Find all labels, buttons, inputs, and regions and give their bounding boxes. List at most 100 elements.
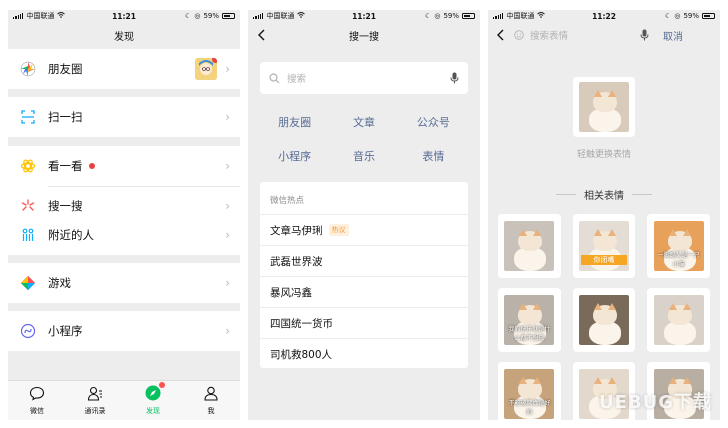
group-stories: 看一看 › 搜一搜 › [8, 146, 240, 226]
list-item-label: 扫一扫 [48, 110, 83, 124]
microphone-icon[interactable] [640, 26, 649, 45]
back-button[interactable] [254, 27, 268, 43]
compass-icon [145, 382, 165, 403]
sticker-cell[interactable]: 不能被窝真是好的 [498, 362, 561, 420]
nav-bar: 搜一搜 [248, 23, 480, 47]
group-scan: 扫一扫 › [8, 97, 240, 137]
tab-discover[interactable]: 发现 [124, 381, 182, 420]
related-stickers-title: 相关表情 [584, 191, 624, 202]
trending-item[interactable]: 文章马伊琍 热议 [260, 214, 468, 245]
carrier-label: 中国联通 [266, 12, 295, 20]
lock-rotation-icon: ◎ [674, 12, 681, 20]
wifi-icon [297, 12, 306, 20]
signal-icon [493, 13, 504, 19]
tab-chats[interactable]: 微信 [8, 381, 66, 420]
signal-icon [13, 13, 24, 19]
status-bar: 中国联通 11:21 ☾ ◎ 59% [248, 10, 480, 22]
category-mini-programs[interactable]: 小程序 [260, 148, 329, 164]
cancel-button[interactable]: 取消 [663, 28, 683, 43]
sticker-cell[interactable] [647, 288, 710, 352]
site-watermark: UEBUG下载 [598, 392, 712, 413]
lock-rotation-icon: ◎ [194, 12, 201, 20]
signal-icon [253, 13, 264, 19]
sticker-cell[interactable] [498, 214, 561, 278]
selected-sticker[interactable] [573, 77, 635, 137]
chevron-right-icon: › [225, 228, 230, 242]
sticker-cell[interactable]: 你闭嘴 [572, 214, 636, 278]
sticker-search-input[interactable]: 搜索表情 [514, 28, 568, 42]
moon-icon: ☾ [185, 12, 192, 20]
trending-item-label: 暴风冯鑫 [270, 286, 312, 299]
trending-item[interactable]: 武磊世界波 [260, 245, 468, 276]
sticker-cell[interactable]: 一脚踢又是一只小猫 [647, 214, 710, 278]
tab-me[interactable]: 我 [182, 381, 240, 420]
lock-rotation-icon: ◎ [434, 12, 441, 20]
sticker-caption: 我的快乐就是什么都不想做 [508, 326, 551, 342]
battery-icon [222, 13, 235, 19]
trending-item[interactable]: 暴风冯鑫 [260, 276, 468, 307]
chevron-right-icon: › [225, 276, 230, 290]
category-music[interactable]: 音乐 [329, 148, 398, 164]
sticker-search-placeholder: 搜索表情 [530, 31, 569, 42]
moon-icon: ☾ [665, 12, 672, 20]
list-item-people-nearby[interactable]: 附近的人 › [8, 215, 240, 255]
search-screen: 中国联通 11:21 ☾ ◎ 59% 搜一搜 搜索 朋友圈 文章 公众号 小程序… [248, 10, 480, 420]
battery-label: 59% [203, 12, 219, 20]
tab-label: 发现 [146, 407, 160, 415]
category-official-accounts[interactable]: 公众号 [399, 114, 468, 130]
tab-contacts[interactable]: 通讯录 [66, 381, 124, 420]
search-input[interactable]: 搜索 [260, 62, 468, 94]
trending-item-label: 武磊世界波 [270, 255, 323, 268]
unread-dot [88, 163, 95, 169]
search-placeholder: 搜索 [287, 74, 307, 85]
status-bar: 中国联通 11:21 ☾ ◎ 59% [8, 10, 240, 22]
smiley-icon [514, 30, 524, 40]
sticker-cell[interactable]: 我的快乐就是什么都不想做 [498, 288, 561, 352]
list-item-top-stories[interactable]: 看一看 › [8, 146, 240, 186]
group-mini-programs: 小程序 › [8, 311, 240, 351]
group-games: 游戏 › [8, 263, 240, 303]
category-articles[interactable]: 文章 [329, 114, 398, 130]
trending-panel: 微信热点 文章马伊琍 热议 武磊世界波 暴风冯鑫 四国统一货币 司机救800人 [260, 182, 468, 368]
people-nearby-icon [18, 225, 38, 245]
list-item-label: 朋友圈 [48, 62, 83, 76]
wifi-icon [537, 12, 546, 20]
battery-label: 59% [683, 12, 699, 20]
contacts-icon [87, 386, 103, 403]
chevron-right-icon: › [225, 159, 230, 173]
back-button[interactable] [496, 26, 504, 45]
tab-bar: 微信 通讯录 发现 我 [8, 380, 240, 420]
mini-programs-icon [18, 321, 38, 341]
category-stickers[interactable]: 表情 [399, 148, 468, 164]
battery-label: 59% [443, 12, 459, 20]
battery-icon [462, 13, 475, 19]
tab-label: 通讯录 [84, 406, 106, 415]
chevron-right-icon: › [225, 199, 230, 213]
trending-item[interactable]: 四国统一货币 [260, 307, 468, 338]
battery-icon [702, 13, 715, 19]
search-sparkle-icon [18, 196, 38, 216]
carrier-label: 中国联通 [26, 12, 55, 20]
games-icon [18, 273, 38, 293]
list-item-moments[interactable]: 朋友圈 › [8, 49, 240, 89]
chevron-left-icon [258, 29, 265, 41]
group-nearby: 附近的人 › [8, 215, 240, 255]
tab-label: 微信 [30, 406, 44, 415]
sticker-cell[interactable] [572, 288, 636, 352]
list-item-games[interactable]: 游戏 › [8, 263, 240, 303]
scan-icon [18, 107, 38, 127]
group-moments: 朋友圈 › [8, 49, 240, 89]
trending-item-label: 四国统一货币 [270, 317, 333, 330]
list-item-scan[interactable]: 扫一扫 › [8, 97, 240, 137]
change-sticker-hint: 轻触更换表情 [576, 150, 631, 160]
chat-bubble-icon [29, 386, 45, 403]
trending-item[interactable]: 司机救800人 [260, 338, 468, 369]
microphone-icon[interactable] [450, 69, 459, 88]
hot-tag-badge: 热议 [328, 224, 349, 236]
chevron-right-icon: › [225, 324, 230, 338]
list-item-mini-programs[interactable]: 小程序 › [8, 311, 240, 351]
chevron-left-icon [497, 29, 504, 40]
list-item-label: 看一看 [48, 159, 83, 173]
trending-item-label: 文章马伊琍 [270, 224, 323, 237]
category-moments[interactable]: 朋友圈 [260, 114, 329, 130]
